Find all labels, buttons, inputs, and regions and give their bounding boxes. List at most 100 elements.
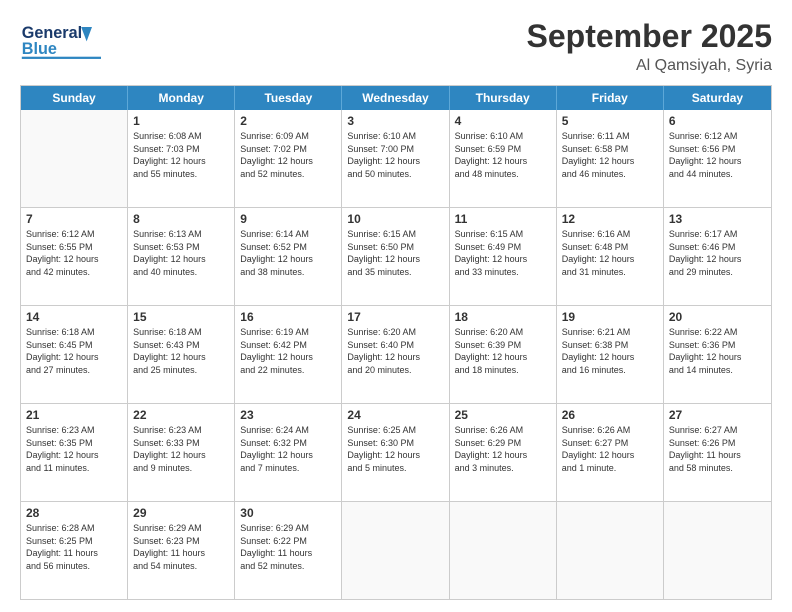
- calendar-header-cell: Friday: [557, 86, 664, 110]
- page: General Blue September 2025 Al Qamsiyah,…: [0, 0, 792, 612]
- calendar-cell: [664, 502, 771, 599]
- day-number: 23: [240, 408, 336, 422]
- calendar-cell: 24 Sunrise: 6:25 AM Sunset: 6:30 PM Dayli…: [342, 404, 449, 501]
- logo: General Blue: [20, 18, 110, 63]
- day-info: Sunrise: 6:15 AM Sunset: 6:50 PM Dayligh…: [347, 228, 443, 278]
- title-block: September 2025 Al Qamsiyah, Syria: [527, 18, 772, 75]
- calendar-week-5: 28 Sunrise: 6:28 AM Sunset: 6:25 PM Dayli…: [21, 502, 771, 599]
- svg-text:General: General: [22, 24, 82, 42]
- calendar-cell: 22Sunrise: 6:23 AM Sunset: 6:33 PM Dayli…: [128, 404, 235, 501]
- day-info: Sunrise: 6:13 AM Sunset: 6:53 PM Dayligh…: [133, 228, 229, 278]
- day-number: 1: [133, 114, 229, 128]
- calendar-cell: 27 Sunrise: 6:27 AM Sunset: 6:26 PM Dayli…: [664, 404, 771, 501]
- calendar-header-cell: Sunday: [21, 86, 128, 110]
- day-number: 3: [347, 114, 443, 128]
- calendar-cell: 2Sunrise: 6:09 AM Sunset: 7:02 PM Daylig…: [235, 110, 342, 207]
- calendar-cell: 10 Sunrise: 6:15 AM Sunset: 6:50 PM Dayli…: [342, 208, 449, 305]
- calendar-header-cell: Tuesday: [235, 86, 342, 110]
- calendar-cell: [21, 110, 128, 207]
- day-number: 17: [347, 310, 443, 324]
- calendar-cell: [450, 502, 557, 599]
- header: General Blue September 2025 Al Qamsiyah,…: [20, 18, 772, 75]
- day-info: Sunrise: 6:20 AM Sunset: 6:39 PM Dayligh…: [455, 326, 551, 376]
- calendar-cell: 12 Sunrise: 6:16 AM Sunset: 6:48 PM Dayli…: [557, 208, 664, 305]
- day-info: Sunrise: 6:27 AM Sunset: 6:26 PM Dayligh…: [669, 424, 766, 474]
- calendar-cell: 28 Sunrise: 6:28 AM Sunset: 6:25 PM Dayli…: [21, 502, 128, 599]
- calendar-cell: 25Sunrise: 6:26 AM Sunset: 6:29 PM Dayli…: [450, 404, 557, 501]
- day-number: 29: [133, 506, 229, 520]
- day-number: 4: [455, 114, 551, 128]
- day-info: Sunrise: 6:15 AM Sunset: 6:49 PM Dayligh…: [455, 228, 551, 278]
- day-number: 18: [455, 310, 551, 324]
- day-number: 5: [562, 114, 658, 128]
- day-info: Sunrise: 6:25 AM Sunset: 6:30 PM Dayligh…: [347, 424, 443, 474]
- calendar-header: SundayMondayTuesdayWednesdayThursdayFrid…: [21, 86, 771, 110]
- day-number: 7: [26, 212, 122, 226]
- day-info: Sunrise: 6:29 AM Sunset: 6:23 PM Dayligh…: [133, 522, 229, 572]
- day-number: 27: [669, 408, 766, 422]
- day-number: 26: [562, 408, 658, 422]
- day-number: 20: [669, 310, 766, 324]
- day-info: Sunrise: 6:14 AM Sunset: 6:52 PM Dayligh…: [240, 228, 336, 278]
- day-number: 14: [26, 310, 122, 324]
- calendar-week-2: 7Sunrise: 6:12 AM Sunset: 6:55 PM Daylig…: [21, 208, 771, 306]
- day-info: Sunrise: 6:20 AM Sunset: 6:40 PM Dayligh…: [347, 326, 443, 376]
- day-info: Sunrise: 6:09 AM Sunset: 7:02 PM Dayligh…: [240, 130, 336, 180]
- calendar-cell: 1 Sunrise: 6:08 AM Sunset: 7:03 PM Daylig…: [128, 110, 235, 207]
- day-info: Sunrise: 6:11 AM Sunset: 6:58 PM Dayligh…: [562, 130, 658, 180]
- day-info: Sunrise: 6:21 AM Sunset: 6:38 PM Dayligh…: [562, 326, 658, 376]
- day-number: 12: [562, 212, 658, 226]
- day-info: Sunrise: 6:23 AM Sunset: 6:33 PM Dayligh…: [133, 424, 229, 474]
- logo-svg: General Blue: [20, 18, 110, 63]
- day-info: Sunrise: 6:18 AM Sunset: 6:45 PM Dayligh…: [26, 326, 122, 376]
- calendar-cell: 11 Sunrise: 6:15 AM Sunset: 6:49 PM Dayli…: [450, 208, 557, 305]
- day-info: Sunrise: 6:08 AM Sunset: 7:03 PM Dayligh…: [133, 130, 229, 180]
- day-info: Sunrise: 6:10 AM Sunset: 7:00 PM Dayligh…: [347, 130, 443, 180]
- calendar-cell: [342, 502, 449, 599]
- day-number: 25: [455, 408, 551, 422]
- subtitle: Al Qamsiyah, Syria: [527, 57, 772, 75]
- calendar-cell: 21 Sunrise: 6:23 AM Sunset: 6:35 PM Dayli…: [21, 404, 128, 501]
- day-number: 16: [240, 310, 336, 324]
- day-info: Sunrise: 6:12 AM Sunset: 6:56 PM Dayligh…: [669, 130, 766, 180]
- calendar-cell: 4 Sunrise: 6:10 AM Sunset: 6:59 PM Daylig…: [450, 110, 557, 207]
- day-info: Sunrise: 6:26 AM Sunset: 6:27 PM Dayligh…: [562, 424, 658, 474]
- calendar-cell: [557, 502, 664, 599]
- day-number: 21: [26, 408, 122, 422]
- calendar-cell: 16 Sunrise: 6:19 AM Sunset: 6:42 PM Dayli…: [235, 306, 342, 403]
- calendar-cell: 5 Sunrise: 6:11 AM Sunset: 6:58 PM Daylig…: [557, 110, 664, 207]
- day-number: 30: [240, 506, 336, 520]
- calendar-week-3: 14 Sunrise: 6:18 AM Sunset: 6:45 PM Dayli…: [21, 306, 771, 404]
- calendar-cell: 29 Sunrise: 6:29 AM Sunset: 6:23 PM Dayli…: [128, 502, 235, 599]
- day-info: Sunrise: 6:10 AM Sunset: 6:59 PM Dayligh…: [455, 130, 551, 180]
- main-title: September 2025: [527, 18, 772, 55]
- calendar-cell: 20 Sunrise: 6:22 AM Sunset: 6:36 PM Dayli…: [664, 306, 771, 403]
- day-number: 6: [669, 114, 766, 128]
- calendar-cell: 18 Sunrise: 6:20 AM Sunset: 6:39 PM Dayli…: [450, 306, 557, 403]
- day-info: Sunrise: 6:23 AM Sunset: 6:35 PM Dayligh…: [26, 424, 122, 474]
- day-number: 9: [240, 212, 336, 226]
- day-info: Sunrise: 6:24 AM Sunset: 6:32 PM Dayligh…: [240, 424, 336, 474]
- day-info: Sunrise: 6:29 AM Sunset: 6:22 PM Dayligh…: [240, 522, 336, 572]
- day-info: Sunrise: 6:22 AM Sunset: 6:36 PM Dayligh…: [669, 326, 766, 376]
- calendar-header-cell: Thursday: [450, 86, 557, 110]
- day-info: Sunrise: 6:18 AM Sunset: 6:43 PM Dayligh…: [133, 326, 229, 376]
- day-number: 24: [347, 408, 443, 422]
- day-number: 11: [455, 212, 551, 226]
- calendar-cell: 3 Sunrise: 6:10 AM Sunset: 7:00 PM Daylig…: [342, 110, 449, 207]
- calendar-cell: 13Sunrise: 6:17 AM Sunset: 6:46 PM Dayli…: [664, 208, 771, 305]
- calendar-header-cell: Saturday: [664, 86, 771, 110]
- calendar-cell: 6 Sunrise: 6:12 AM Sunset: 6:56 PM Daylig…: [664, 110, 771, 207]
- day-info: Sunrise: 6:16 AM Sunset: 6:48 PM Dayligh…: [562, 228, 658, 278]
- day-number: 10: [347, 212, 443, 226]
- calendar-cell: 7Sunrise: 6:12 AM Sunset: 6:55 PM Daylig…: [21, 208, 128, 305]
- calendar-cell: 15 Sunrise: 6:18 AM Sunset: 6:43 PM Dayli…: [128, 306, 235, 403]
- calendar-week-4: 21 Sunrise: 6:23 AM Sunset: 6:35 PM Dayli…: [21, 404, 771, 502]
- calendar-cell: 14 Sunrise: 6:18 AM Sunset: 6:45 PM Dayli…: [21, 306, 128, 403]
- day-number: 15: [133, 310, 229, 324]
- calendar-header-cell: Monday: [128, 86, 235, 110]
- day-number: 28: [26, 506, 122, 520]
- day-info: Sunrise: 6:19 AM Sunset: 6:42 PM Dayligh…: [240, 326, 336, 376]
- day-info: Sunrise: 6:28 AM Sunset: 6:25 PM Dayligh…: [26, 522, 122, 572]
- calendar-body: 1 Sunrise: 6:08 AM Sunset: 7:03 PM Daylig…: [21, 110, 771, 599]
